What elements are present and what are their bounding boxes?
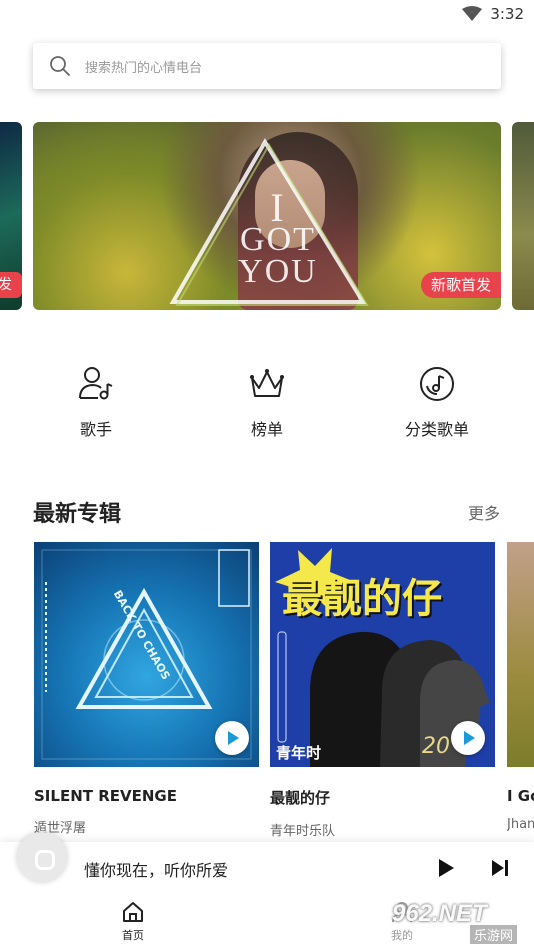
banner-title-line3: YOU	[238, 253, 318, 290]
quick-nav-label: 歌手	[79, 420, 112, 439]
section-title: 最新专辑	[33, 502, 122, 527]
quick-nav-category[interactable]: 分类歌单	[377, 364, 497, 440]
quick-nav-label: 榜单	[250, 420, 283, 439]
album-cover-title: 最靓的仔	[282, 576, 442, 622]
search-input[interactable]: 搜索热门的心情电台	[33, 43, 501, 89]
search-icon	[50, 56, 70, 76]
crown-icon	[250, 369, 284, 397]
banner-title: I GOT YOU	[203, 185, 353, 290]
banner-title-line1: I	[270, 185, 286, 230]
album-artist: 遁世浮屠	[34, 821, 87, 836]
album-cover[interactable]	[507, 542, 534, 767]
play-button[interactable]	[451, 721, 485, 755]
banner-title-line2: GOT	[240, 221, 316, 258]
mini-player[interactable]: 懂你现在，听你所爱	[0, 832, 534, 894]
banner-prev-slide[interactable]: 发	[0, 122, 22, 310]
more-link[interactable]: 更多	[468, 500, 500, 524]
album-cover[interactable]: BACK TO CHAOS	[34, 542, 259, 767]
home-icon	[123, 902, 143, 922]
album-artist: Jhan	[507, 817, 534, 832]
watermark-logo: 962.NET	[392, 900, 487, 927]
disc-music-icon	[420, 367, 454, 401]
tab-mine-label: 我的	[391, 929, 413, 942]
status-right: 3:32	[462, 5, 524, 23]
banner-tag: 新歌首发	[420, 272, 501, 298]
status-time: 3:32	[490, 5, 524, 23]
banner-prev-tag: 发	[0, 272, 22, 298]
quick-nav-label: 分类歌单	[404, 420, 469, 439]
album-cover-subtitle: 青年时	[276, 744, 322, 762]
quick-nav-singer[interactable]: 歌手	[36, 364, 156, 440]
watermark-sub: 乐游网	[470, 925, 518, 944]
status-bar: 3:32	[0, 0, 534, 30]
album-card[interactable]: 最靓的仔 青年时 20 最靓的仔 青年时乐队	[270, 542, 495, 839]
next-track-icon[interactable]	[490, 858, 510, 878]
tab-home-label: 首页	[122, 929, 144, 942]
banner-carousel[interactable]: 发 I GOT YOU 新歌首发	[0, 122, 534, 310]
quick-nav-chart[interactable]: 榜单	[207, 364, 327, 440]
wifi-icon	[462, 6, 483, 21]
tab-home[interactable]: 首页	[93, 900, 173, 943]
banner-slide[interactable]: I GOT YOU 新歌首发	[33, 122, 501, 310]
search-placeholder: 搜索热门的心情电台	[85, 60, 203, 76]
album-card[interactable]: BACK TO CHAOS SILENT REVENGE 遁世浮屠	[34, 542, 259, 836]
singer-icon	[79, 367, 113, 400]
album-name: I Go	[507, 787, 534, 805]
album-name: SILENT REVENGE	[34, 787, 177, 805]
album-card[interactable]: I Go Jhan	[507, 542, 534, 832]
album-disc-icon[interactable]	[17, 832, 67, 882]
mini-player-text: 懂你现在，听你所爱	[84, 861, 229, 880]
album-artist: 青年时乐队	[270, 824, 336, 839]
album-cover[interactable]: 最靓的仔 青年时 20	[270, 542, 495, 767]
play-button[interactable]	[215, 721, 249, 755]
album-name: 最靓的仔	[270, 789, 331, 807]
quick-nav: 歌手 榜单 分类歌单	[0, 364, 534, 444]
play-icon[interactable]	[436, 858, 456, 878]
album-cover-year: 20	[422, 734, 450, 759]
banner-next-slide[interactable]	[512, 122, 534, 310]
